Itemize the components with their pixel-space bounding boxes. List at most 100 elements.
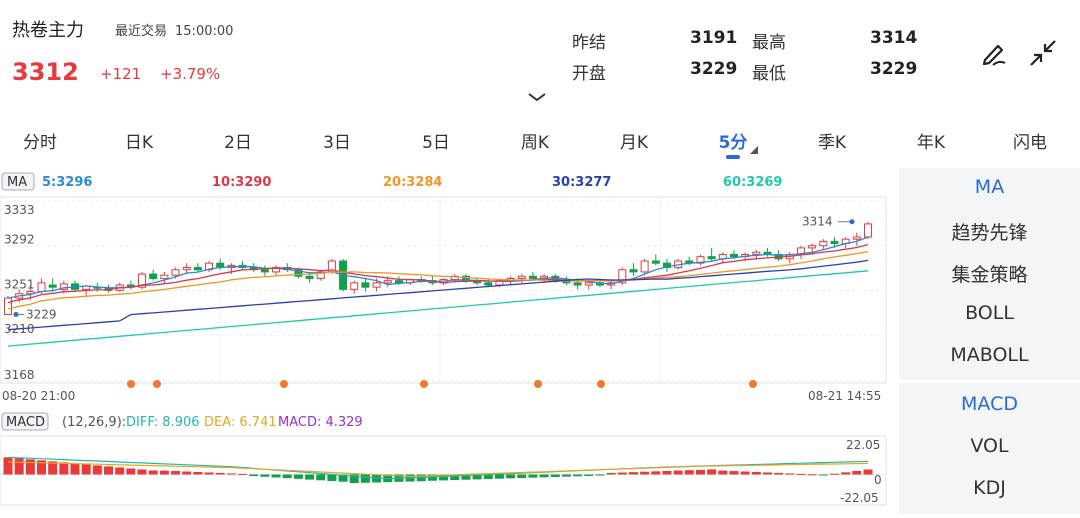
macd-axis-mid: 0 (874, 473, 882, 487)
tab-6[interactable]: 月K (599, 128, 669, 153)
macd-histogram-bar (104, 466, 114, 475)
candle-body (651, 260, 660, 264)
price-change-percent: +3.79% (160, 65, 221, 83)
candle-body (305, 275, 314, 279)
collapse-arrows-icon[interactable] (1027, 37, 1059, 69)
tab-1[interactable]: 日K (104, 128, 174, 153)
event-dot (420, 380, 428, 388)
candle-body (149, 273, 158, 279)
side-item-boll[interactable]: BOLL (899, 302, 1080, 324)
candle-body (171, 269, 180, 276)
last-trade-time: 15:00:00 (175, 24, 234, 39)
time-start-label: 08-20 21:00 (2, 389, 75, 403)
macd-histogram-bar (695, 469, 705, 475)
candle-body (193, 267, 202, 271)
tab-4[interactable]: 5日 (401, 128, 471, 153)
ma-value-ma5: 5:3296 (42, 175, 92, 190)
tab-9[interactable]: 年K (896, 128, 966, 153)
macd-histogram-bar (193, 471, 203, 475)
candle-body (528, 275, 537, 279)
macd-histogram-bar (293, 474, 303, 479)
side-item-集金策略[interactable]: 集金策略 (899, 260, 1080, 287)
macd-histogram-bar (59, 462, 69, 475)
event-dot (534, 380, 542, 388)
macd-histogram-bar (260, 474, 270, 477)
ma-value-ma10: 10:3290 (212, 175, 271, 190)
ma-value-ma30: 30:3277 (552, 175, 611, 190)
macd-histogram-bar (595, 474, 605, 476)
macd-histogram-bar (271, 474, 281, 478)
tab-2[interactable]: 2日 (203, 128, 273, 153)
side-item-vol[interactable]: VOL (899, 435, 1080, 457)
side-item-趋势先锋[interactable]: 趋势先锋 (899, 218, 1080, 245)
contract-title: 热卷主力 (12, 20, 84, 41)
active-tab-underline (726, 155, 740, 159)
tab-10[interactable]: 闪电 (995, 128, 1065, 153)
side-item-macd[interactable]: MACD (899, 393, 1080, 415)
candle-body (584, 282, 593, 286)
macd-histogram-bar (863, 469, 873, 475)
tab-dropdown-triangle-icon[interactable] (750, 146, 758, 154)
last-trade-label: 最近交易 (115, 24, 168, 39)
macd-histogram-bar (550, 474, 560, 477)
macd-histogram-bar (506, 474, 516, 479)
candle-body (372, 282, 381, 288)
candle-body (37, 282, 46, 293)
low-marker-label: 3229 (26, 307, 57, 321)
prev-close-value: 3191 (690, 28, 738, 48)
macd-axis-top: 22.05 (846, 438, 880, 452)
ma-value-ma60: 60:3269 (723, 175, 782, 190)
macd-histogram-bar (115, 467, 125, 475)
macd-histogram-bar (204, 472, 214, 475)
macd-histogram-bar (852, 470, 862, 475)
macd-histogram-bar (762, 472, 772, 475)
macd-histogram-bar (137, 469, 147, 475)
last-trade-info: 最近交易 15:00:00 (115, 20, 233, 39)
macd-histogram-bar (651, 471, 661, 475)
candle-body (4, 297, 12, 315)
candle-body (260, 269, 269, 273)
macd-histogram-bar (25, 459, 35, 475)
macd-histogram-bar (14, 458, 24, 475)
kline-chart-area[interactable]: MA 5:3296 10:3290 20:3284 30:3277 60:3269 3333… (0, 168, 898, 514)
macd-histogram-bar (215, 472, 225, 475)
macd-histogram-bar (829, 473, 839, 475)
chevron-down-icon[interactable] (526, 88, 548, 102)
macd-histogram-bar (718, 470, 728, 475)
side-item-maboll[interactable]: MABOLL (899, 344, 1080, 366)
event-dot (280, 380, 288, 388)
candle-body (629, 269, 638, 273)
macd-diff-value: DIFF: 8.906 (126, 415, 200, 430)
macd-histogram-bar (807, 474, 817, 476)
pen-draw-icon[interactable] (978, 37, 1010, 69)
candle-body (808, 245, 817, 249)
kline-chart-svg[interactable]: MA 5:3296 10:3290 20:3284 30:3277 60:3269 3333… (0, 168, 898, 514)
tab-3[interactable]: 3日 (302, 128, 372, 153)
macd-histogram-bar (774, 472, 784, 475)
macd-histogram-bar (327, 474, 337, 481)
candle-body (830, 240, 839, 245)
macd-axis-bottom: -22.05 (840, 491, 879, 505)
tab-0[interactable]: 分时 (5, 128, 75, 153)
side-item-kdj[interactable]: KDJ (899, 477, 1080, 499)
macd-histogram-bar (159, 470, 169, 475)
candle-body (484, 282, 493, 286)
macd-histogram-bar (171, 471, 181, 475)
macd-histogram-bar (628, 472, 638, 475)
ma-value-ma20: 20:3284 (383, 175, 442, 190)
high-value: 3314 (870, 28, 918, 48)
macd-histogram-bar (606, 472, 616, 475)
time-end-label: 08-21 14:55 (808, 389, 881, 403)
tab-8[interactable]: 季K (797, 128, 867, 153)
macd-histogram-bar (305, 474, 315, 480)
macd-histogram-bar (818, 474, 828, 476)
side-item-ma[interactable]: MA (899, 176, 1080, 198)
tab-5[interactable]: 周K (500, 128, 570, 153)
side-divider (899, 380, 1080, 383)
candle-body (864, 223, 872, 238)
macd-histogram-bar (238, 473, 248, 475)
macd-histogram-bar (573, 474, 583, 477)
high-marker-dot (849, 219, 855, 225)
macd-dea-value: DEA: 6.741 (204, 415, 277, 430)
high-label: 最高 (752, 33, 786, 53)
